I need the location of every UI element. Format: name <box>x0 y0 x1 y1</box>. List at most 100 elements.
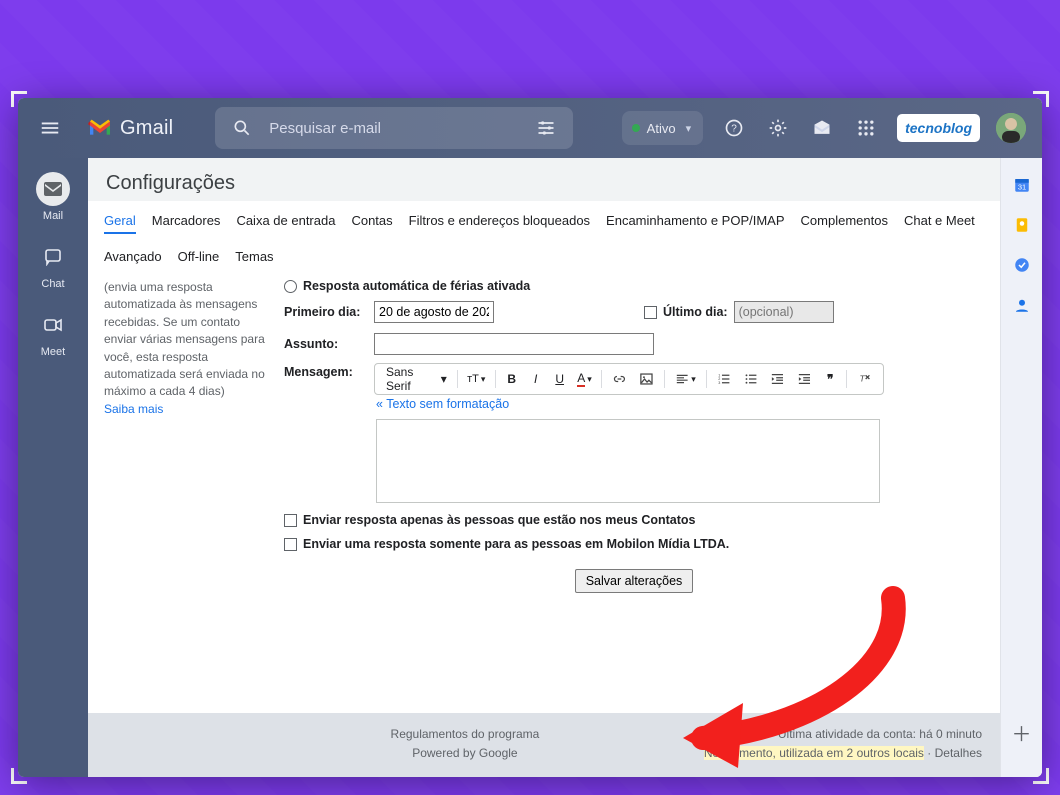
gmail-logo-icon <box>86 118 114 138</box>
numbered-list-button[interactable]: 123 <box>712 368 737 390</box>
font-size-icon: тT <box>467 373 479 385</box>
add-addon-button[interactable]: ＋ <box>1012 718 1032 747</box>
learn-more-link[interactable]: Saiba mais <box>104 401 276 418</box>
underline-icon: U <box>555 372 564 386</box>
chevron-down-icon: ▾ <box>691 374 696 385</box>
settings-button[interactable] <box>759 109 797 147</box>
tab-encaminhamento[interactable]: Encaminhamento e POP/IMAP <box>606 209 784 234</box>
chevron-down-icon: ▾ <box>587 374 592 385</box>
last-day-input[interactable] <box>734 301 834 323</box>
text-color-button[interactable]: A▾ <box>573 368 597 390</box>
bold-button[interactable]: B <box>501 368 523 390</box>
nav-chat[interactable]: Chat <box>36 240 70 290</box>
message-textarea[interactable] <box>376 419 880 503</box>
tab-geral[interactable]: Geral <box>104 209 136 234</box>
tab-avancado[interactable]: Avançado <box>104 245 162 268</box>
details-link[interactable]: Detalhes <box>935 746 982 760</box>
mail-icon <box>36 172 70 206</box>
nav-chat-label: Chat <box>41 278 64 290</box>
side-panel: 31 ＋ <box>1000 158 1042 777</box>
status-chip[interactable]: Ativo ▾ <box>622 111 703 145</box>
mailbox-button[interactable] <box>803 109 841 147</box>
text-color-icon: A <box>577 371 585 387</box>
main-area: Configurações Geral Marcadores Caixa de … <box>88 158 1042 777</box>
vacation-form: Resposta automática de férias ativada Pr… <box>284 279 984 593</box>
quote-button[interactable]: ❞ <box>819 368 841 390</box>
plain-text-link[interactable]: « Texto sem formatação <box>284 395 984 417</box>
svg-text:31: 31 <box>1017 183 1025 192</box>
settings-header: Configurações <box>88 158 1000 201</box>
tasks-addon[interactable] <box>1013 256 1031 274</box>
avatar-icon <box>996 113 1026 143</box>
underline-button[interactable]: U <box>549 368 571 390</box>
nav-mail[interactable]: Mail <box>36 172 70 222</box>
quote-icon: ❞ <box>827 372 833 386</box>
image-button[interactable] <box>634 368 659 390</box>
first-day-label: Primeiro dia: <box>284 305 374 319</box>
vacation-on-option[interactable]: Resposta automática de férias ativada <box>284 279 984 293</box>
first-day-input[interactable] <box>374 301 494 323</box>
status-dot-icon <box>632 124 640 132</box>
keep-addon[interactable] <box>1013 216 1031 234</box>
usage-label: No momento, utilizada em 2 outros locais <box>704 746 924 760</box>
tab-offline[interactable]: Off-line <box>178 245 220 268</box>
bullet-list-button[interactable] <box>739 368 764 390</box>
tab-marcadores[interactable]: Marcadores <box>152 209 221 234</box>
italic-button[interactable]: I <box>525 368 547 390</box>
subject-input[interactable] <box>374 333 654 355</box>
calendar-addon[interactable]: 31 <box>1013 176 1031 194</box>
link-button[interactable] <box>607 368 632 390</box>
nav-meet-label: Meet <box>41 346 65 358</box>
last-day-label: Último dia: <box>663 305 728 319</box>
help-icon: ? <box>724 118 744 138</box>
section-description-column: (envia uma resposta automatizada às mens… <box>104 279 276 593</box>
font-family-select[interactable]: Sans Serif ▾ <box>381 368 452 390</box>
apps-button[interactable] <box>847 109 885 147</box>
left-nav: Mail Chat Meet <box>18 158 88 777</box>
last-day-checkbox[interactable] <box>644 306 657 319</box>
chevron-down-icon: ▾ <box>686 122 692 135</box>
checkbox-icon[interactable] <box>284 514 297 527</box>
only-domain-option[interactable]: Enviar uma resposta somente para as pess… <box>284 537 984 551</box>
account-avatar[interactable] <box>996 113 1026 143</box>
tab-contas[interactable]: Contas <box>351 209 392 234</box>
bold-icon: B <box>507 372 516 386</box>
contacts-addon[interactable] <box>1013 296 1031 314</box>
indent-less-button[interactable] <box>765 368 790 390</box>
rich-text-toolbar: Sans Serif ▾ тT▾ B I U A▾ <box>374 363 884 395</box>
only-domain-label: Enviar uma resposta somente para as pess… <box>303 537 729 551</box>
support-button[interactable]: ? <box>715 109 753 147</box>
radio-icon[interactable] <box>284 280 297 293</box>
app-window: Gmail Ativo ▾ ? <box>18 98 1042 777</box>
indent-more-button[interactable] <box>792 368 817 390</box>
save-button[interactable]: Salvar alterações <box>575 569 694 593</box>
search-options-button[interactable] <box>527 109 565 147</box>
remove-format-button[interactable]: T <box>852 368 877 390</box>
align-button[interactable]: ▾ <box>670 368 701 390</box>
tab-caixa-entrada[interactable]: Caixa de entrada <box>236 209 335 234</box>
only-contacts-option[interactable]: Enviar resposta apenas às pessoas que es… <box>284 513 984 527</box>
font-size-button[interactable]: тT▾ <box>463 368 490 390</box>
powered-by-label: Powered by Google <box>226 744 704 763</box>
tab-complementos[interactable]: Complementos <box>801 209 888 234</box>
main-menu-button[interactable] <box>26 104 74 152</box>
italic-icon: I <box>534 372 537 386</box>
indent-less-icon <box>770 371 785 387</box>
brand[interactable]: Gmail <box>86 117 173 140</box>
checkbox-icon[interactable] <box>284 538 297 551</box>
search-box[interactable] <box>215 107 573 149</box>
link-icon <box>612 371 627 387</box>
program-rules-link[interactable]: Regulamentos do programa <box>226 725 704 744</box>
nav-meet[interactable]: Meet <box>36 308 70 358</box>
message-label: Mensagem: <box>284 365 374 379</box>
tab-chat-meet[interactable]: Chat e Meet <box>904 209 975 234</box>
chat-icon <box>36 240 70 274</box>
search-button[interactable] <box>223 109 261 147</box>
tab-filtros[interactable]: Filtros e endereços bloqueados <box>409 209 590 234</box>
search-input[interactable] <box>261 120 527 137</box>
tab-temas[interactable]: Temas <box>235 245 273 268</box>
brand-name: Gmail <box>120 117 173 140</box>
org-badge: tecnoblog <box>897 114 980 142</box>
subject-label: Assunto: <box>284 337 374 351</box>
chevron-down-icon: ▾ <box>481 374 486 385</box>
